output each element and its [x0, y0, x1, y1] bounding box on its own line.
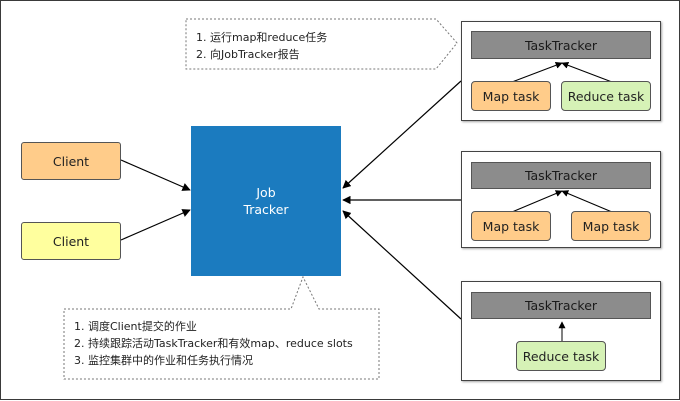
- arrow-client2-to-jobtracker: [120, 209, 191, 241]
- note-jobtracker-line: 1. 调度Client提交的作业: [74, 320, 197, 333]
- note-jobtracker-line: 3. 监控集群中的作业和任务执行情况: [74, 354, 253, 367]
- reduce-task[interactable]: Reduce task: [561, 81, 651, 111]
- map-task[interactable]: Map task: [471, 81, 551, 111]
- client-node[interactable]: Client: [21, 142, 121, 180]
- arrow-tt1-to-jobtracker: [342, 80, 462, 189]
- client-node[interactable]: Client: [21, 222, 121, 260]
- arrow-client1-to-jobtracker: [120, 159, 191, 191]
- note-jobtracker: 1. 调度Client提交的作业 2. 持续跟踪活动TaskTracker和有效…: [74, 318, 353, 369]
- reduce-task[interactable]: Reduce task: [516, 341, 606, 371]
- jobtracker-label-line1: Job: [256, 185, 276, 200]
- diagram-canvas: 1. 运行map和reduce任务 2. 向JobTracker报告 1. 调度…: [0, 0, 680, 400]
- note-jobtracker-line: 2. 持续跟踪活动TaskTracker和有效map、reduce slots: [74, 337, 353, 350]
- note-tasktracker: 1. 运行map和reduce任务 2. 向JobTracker报告: [196, 29, 327, 63]
- note-tasktracker-line: 1. 运行map和reduce任务: [196, 31, 328, 44]
- tasktracker-title: TaskTracker: [471, 162, 651, 189]
- tasktracker-title: TaskTracker: [471, 292, 651, 319]
- tasktracker-title: TaskTracker: [471, 31, 651, 59]
- map-task[interactable]: Map task: [571, 211, 651, 241]
- jobtracker-label-line2: Tracker: [243, 202, 289, 217]
- jobtracker-node[interactable]: Job Tracker: [191, 126, 341, 276]
- note-tasktracker-line: 2. 向JobTracker报告: [196, 48, 300, 61]
- arrow-tt3-to-jobtracker: [342, 210, 462, 320]
- map-task[interactable]: Map task: [471, 211, 551, 241]
